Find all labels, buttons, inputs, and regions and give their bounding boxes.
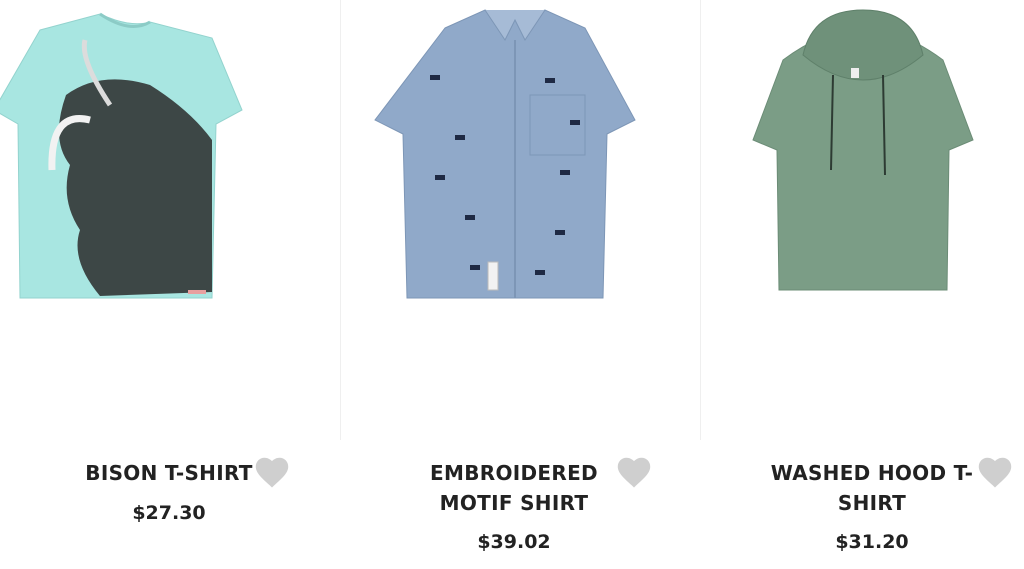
product-divider [700,0,701,440]
chambray-shirt-image [374,9,636,299]
product-card[interactable]: BISON T-SHIRT $27.30 [0,0,338,569]
product-name-line: SHIRT [837,491,907,515]
heart-icon[interactable] [253,455,291,489]
product-image-link[interactable] [0,0,338,440]
hooded-tshirt-image [752,9,974,291]
product-image-link[interactable] [703,0,1024,440]
product-card[interactable]: EMBROIDERED MOTIF SHIRT $39.02 [345,0,683,569]
product-price: $39.02 [477,531,551,553]
product-price: $31.20 [835,531,909,553]
heart-icon[interactable] [976,455,1014,489]
product-name-line: MOTIF SHIRT [439,491,589,515]
product-card[interactable]: WASHED HOOD T- SHIRT $31.20 [703,0,1024,569]
product-price: $27.30 [132,502,206,524]
product-image-link[interactable] [345,0,683,440]
bison-tshirt-image [0,12,243,299]
product-divider [340,0,341,440]
heart-icon[interactable] [615,455,653,489]
